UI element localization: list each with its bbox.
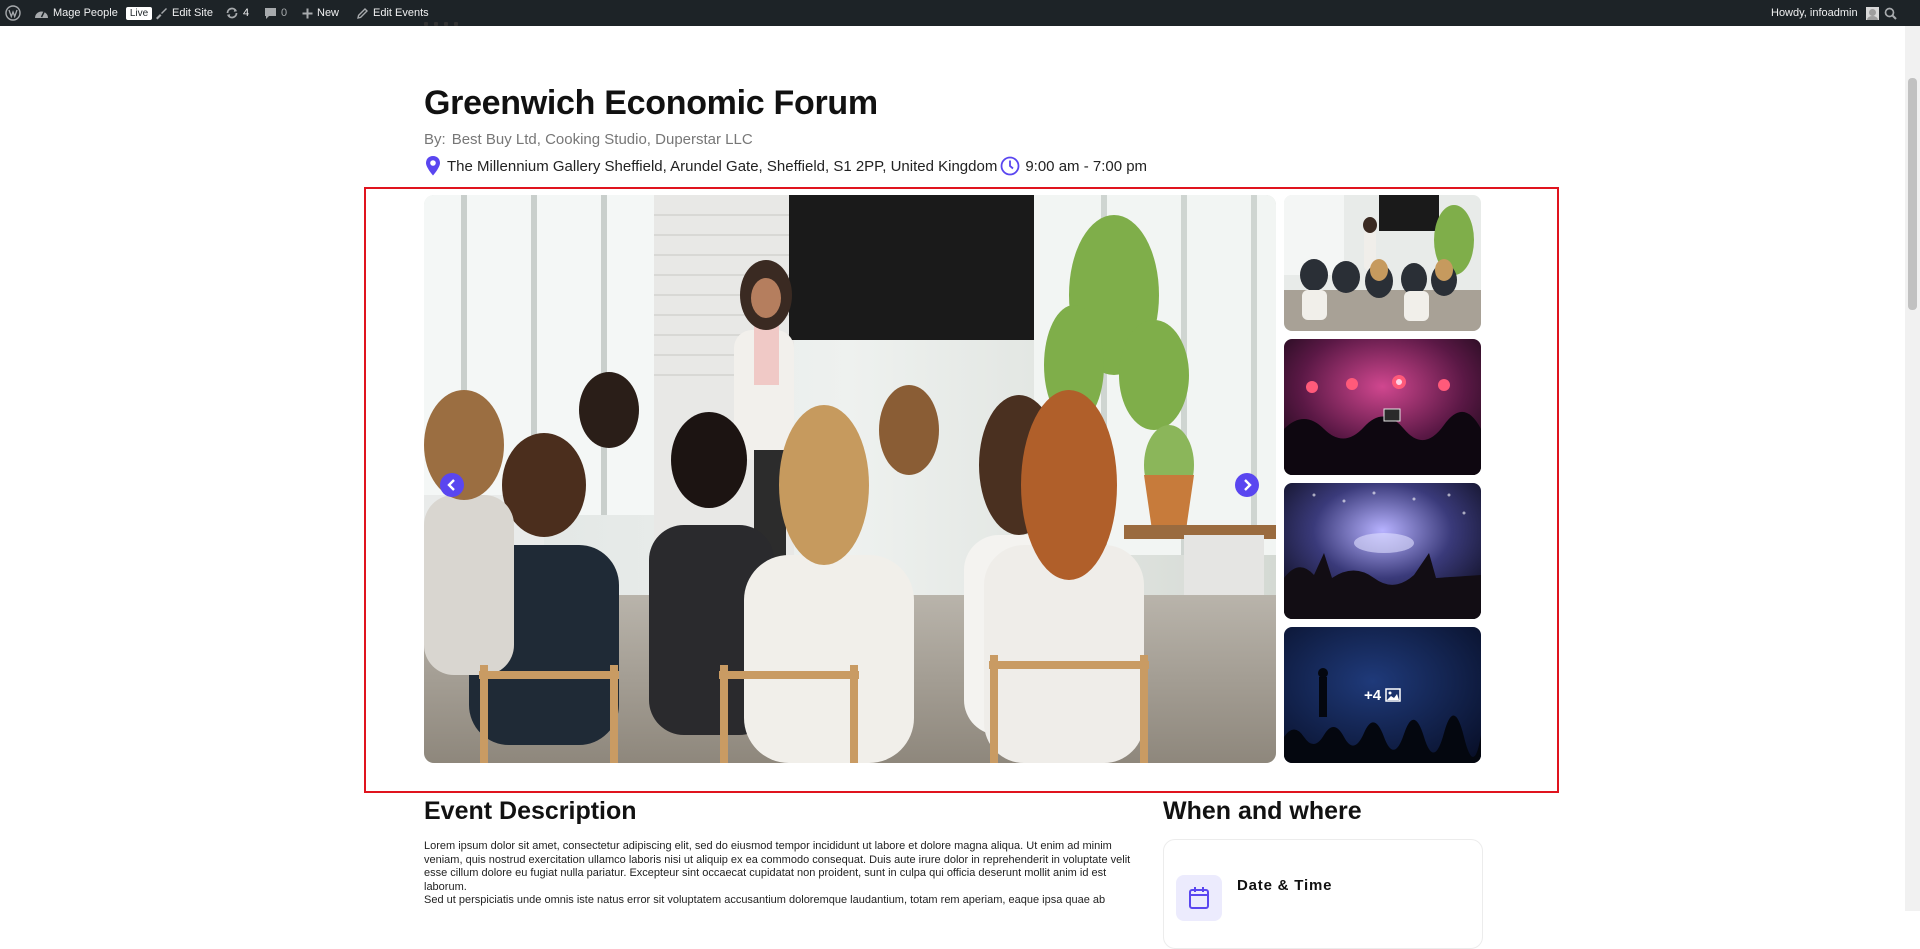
cut-off-text-fragment <box>424 22 504 28</box>
edit-events-label: Edit Events <box>373 7 429 19</box>
search-icon[interactable] <box>1884 0 1897 26</box>
plus-icon <box>302 8 313 18</box>
description-paragraph: Sed ut perspiciatis unde omnis iste natu… <box>424 894 1106 906</box>
site-name: Mage People <box>53 7 118 19</box>
comment-icon <box>265 7 276 19</box>
by-label: By: <box>424 131 446 148</box>
updates-icon <box>226 7 238 19</box>
event-time: 9:00 am - 7:00 pm <box>1025 157 1148 175</box>
avatar <box>1865 6 1879 20</box>
admin-bar: Mage People Live Edit Site 4 0 New Edit … <box>0 0 1920 26</box>
location-pin-icon <box>424 155 442 177</box>
scrollbar-thumb[interactable] <box>1908 78 1917 310</box>
pencil-icon <box>357 7 368 19</box>
updates-count: 4 <box>243 7 250 19</box>
event-title: Greenwich Economic Forum <box>424 84 878 122</box>
new-content-link[interactable]: New <box>302 0 339 26</box>
event-description-heading: Event Description <box>424 797 637 825</box>
event-location: The Millennium Gallery Sheffield, Arunde… <box>447 157 998 175</box>
new-label: New <box>317 7 340 19</box>
account-menu[interactable]: Howdy, infoadmin <box>1771 0 1879 26</box>
edit-site-link[interactable]: Edit Site <box>154 0 213 26</box>
wordpress-logo-icon[interactable] <box>5 0 21 26</box>
comments-count: 0 <box>281 7 288 19</box>
updates-link[interactable]: 4 <box>225 0 249 26</box>
date-time-label: Date & Time <box>1237 877 1333 894</box>
calendar-icon <box>1176 875 1222 921</box>
clock-icon <box>1000 156 1020 176</box>
live-badge: Live <box>125 6 153 20</box>
greeting-text: Howdy, infoadmin <box>1771 7 1858 19</box>
edit-events-link[interactable]: Edit Events <box>356 0 429 26</box>
brush-icon <box>156 8 167 20</box>
organizer-line: By: Best Buy Ltd, Cooking Studio, Dupers… <box>424 131 753 148</box>
event-description-text: Lorem ipsum dolor sit amet, consectetur … <box>424 840 1142 908</box>
comments-link[interactable]: 0 <box>264 0 287 26</box>
site-name-menu[interactable]: Mage People Live <box>34 0 153 26</box>
description-paragraph: Lorem ipsum dolor sit amet, consectetur … <box>424 840 1131 893</box>
gallery-selection-highlight <box>364 187 1559 793</box>
page-scrollbar[interactable] <box>1905 26 1920 911</box>
dashboard-icon <box>35 11 48 18</box>
event-meta-row: The Millennium Gallery Sheffield, Arunde… <box>424 155 1147 177</box>
organizer-names[interactable]: Best Buy Ltd, Cooking Studio, Duperstar … <box>452 131 753 148</box>
edit-site-label: Edit Site <box>172 7 213 19</box>
when-and-where-heading: When and where <box>1163 797 1362 825</box>
